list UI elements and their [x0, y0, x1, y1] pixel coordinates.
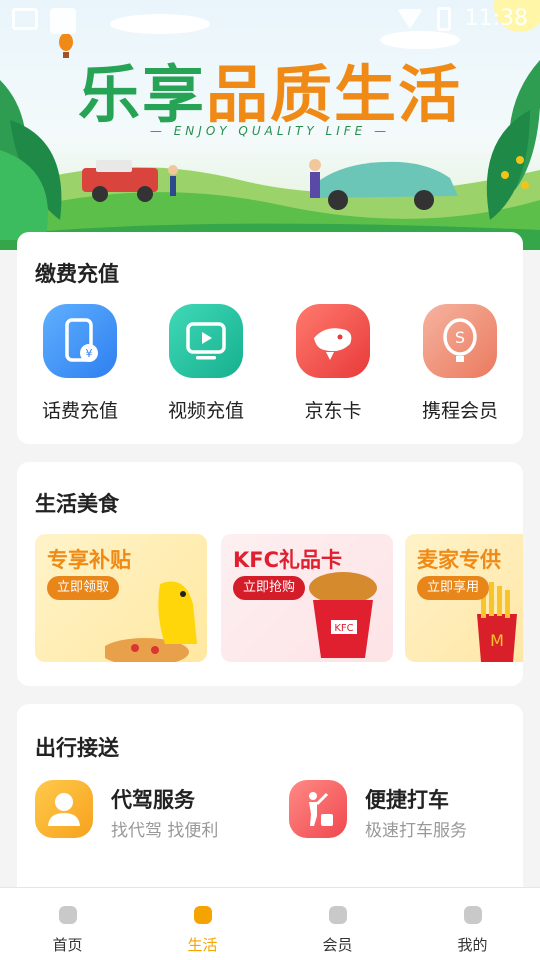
food-tile-button[interactable]: 立即抢购: [233, 576, 306, 600]
life-icon: [193, 906, 212, 924]
bottom-nav: 首页 生活 会员 我的: [0, 887, 540, 960]
svg-text:M: M: [490, 631, 504, 650]
food-tile-title: 专享补贴: [47, 548, 131, 572]
travel-item-desc: 找代驾 找便利: [111, 821, 219, 841]
nav-item-member[interactable]: 会员: [270, 888, 405, 960]
food-section: 生活美食 专享补贴 立即领取 KFC KFC礼品卡 立即抢购 M 麦家专供 立即…: [17, 462, 523, 686]
pay-item-label: 携程会员: [421, 400, 498, 422]
travel-item-name: 代驾服务: [111, 788, 195, 812]
food-tile-title: KFC礼品卡: [233, 548, 343, 572]
pay-item-jd-card[interactable]: 京东卡: [278, 304, 388, 423]
profile-icon: [463, 906, 482, 924]
travel-section-title: 出行接送: [35, 736, 119, 760]
food-tile-subsidy[interactable]: 专享补贴 立即领取: [35, 534, 207, 662]
nav-item-life[interactable]: 生活: [135, 888, 270, 960]
banner-subtitle: — ENJOY QUALITY LIFE —: [149, 124, 391, 138]
nav-item-home[interactable]: 首页: [0, 888, 135, 960]
food-tile-illustration: [105, 581, 197, 662]
jd-dog-icon: [296, 304, 370, 378]
food-tile-mcdonalds[interactable]: M 麦家专供 立即享用: [405, 534, 523, 662]
video-play-icon: [169, 304, 243, 378]
pay-item-phone-recharge[interactable]: ¥ 话费充值: [25, 304, 135, 423]
gallery-notification-icon: [12, 8, 38, 30]
battery-icon: [436, 6, 451, 31]
travel-item-taxi[interactable]: 便捷打车 极速打车服务: [289, 780, 509, 841]
member-icon: [328, 906, 347, 924]
pay-item-video-recharge[interactable]: 视频充值: [151, 304, 261, 423]
svg-text:¥: ¥: [86, 347, 93, 360]
nav-item-label: 首页: [52, 936, 83, 954]
pay-item-label: 京东卡: [304, 400, 362, 422]
phone-recharge-icon: ¥: [43, 304, 117, 378]
taxi-hail-icon: [289, 780, 347, 838]
food-section-title: 生活美食: [35, 492, 119, 516]
nav-item-label: 会员: [322, 936, 353, 954]
food-tile-illustration: KFC: [309, 572, 377, 658]
svg-text:KFC: KFC: [334, 623, 353, 634]
nav-item-label: 我的: [457, 936, 488, 954]
nav-item-label: 生活: [187, 936, 218, 954]
pay-item-label: 话费充值: [41, 400, 118, 422]
wifi-icon: [396, 8, 423, 29]
travel-item-desc: 极速打车服务: [365, 821, 467, 841]
food-tile-kfc[interactable]: KFC KFC礼品卡 立即抢购: [221, 534, 393, 662]
status-time: 11:38: [464, 6, 528, 31]
banner-title: 乐享品质生活: [0, 44, 540, 134]
app-notification-icon: [50, 8, 76, 34]
travel-section: 出行接送 代驾服务 找代驾 找便利 便捷打车 极速打车服务: [17, 704, 523, 904]
food-tile-title: 麦家专供: [417, 548, 501, 572]
driver-person-icon: [35, 780, 93, 838]
pay-item-label: 视频充值: [167, 400, 244, 422]
food-tile-button[interactable]: 立即领取: [47, 576, 120, 600]
food-tile-button[interactable]: 立即享用: [417, 576, 490, 600]
travel-item-name: 便捷打车: [365, 788, 449, 812]
banner-title-part1: 乐享: [77, 58, 206, 131]
svg-text:S: S: [455, 328, 465, 347]
ctrip-balloon-icon: S: [423, 304, 497, 378]
payment-section: 缴费充值 ¥ 话费充值 视频充值 京东卡 S 携程会员: [17, 232, 523, 444]
nav-item-profile[interactable]: 我的: [405, 888, 540, 960]
status-bar: 11:38: [0, 0, 540, 40]
payment-section-title: 缴费充值: [35, 262, 119, 286]
pay-item-ctrip-member[interactable]: S 携程会员: [405, 304, 515, 423]
home-icon: [58, 906, 77, 924]
banner-title-part2: 品质生活: [206, 58, 463, 131]
travel-item-driver-service[interactable]: 代驾服务 找代驾 找便利: [35, 780, 265, 841]
